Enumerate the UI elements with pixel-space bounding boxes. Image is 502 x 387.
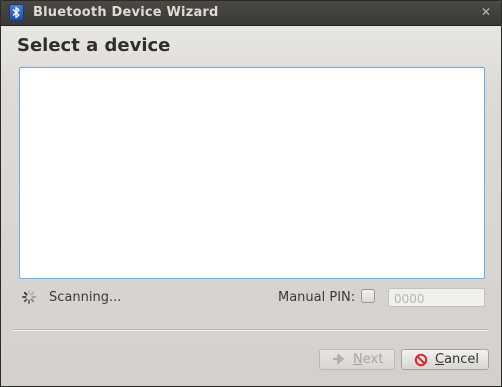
arrow-right-icon [333, 354, 344, 364]
spinner-icon [22, 290, 36, 304]
wizard-window: Bluetooth Device Wizard ✕ Select a devic… [0, 0, 502, 387]
separator [13, 329, 489, 331]
manual-pin-checkbox[interactable] [361, 289, 375, 303]
next-button-label: Next [353, 352, 384, 367]
close-icon[interactable]: ✕ [479, 5, 493, 19]
cancel-button[interactable]: Cancel [401, 349, 489, 370]
cancel-button-label: Cancel [435, 352, 480, 367]
wizard-content: Select a device Scanning... Manual PIN: [1, 26, 501, 386]
bluetooth-icon [9, 4, 24, 21]
title-bar[interactable]: Bluetooth Device Wizard ✕ [1, 1, 501, 26]
next-button[interactable]: Next [319, 349, 395, 370]
window-title: Bluetooth Device Wizard [33, 5, 219, 20]
pin-input[interactable] [388, 288, 485, 307]
manual-pin-label: Manual PIN: [278, 290, 356, 305]
scanning-status: Scanning... [49, 290, 122, 305]
cancel-icon [414, 353, 428, 367]
device-list[interactable] [19, 67, 485, 279]
page-title: Select a device [17, 35, 171, 56]
